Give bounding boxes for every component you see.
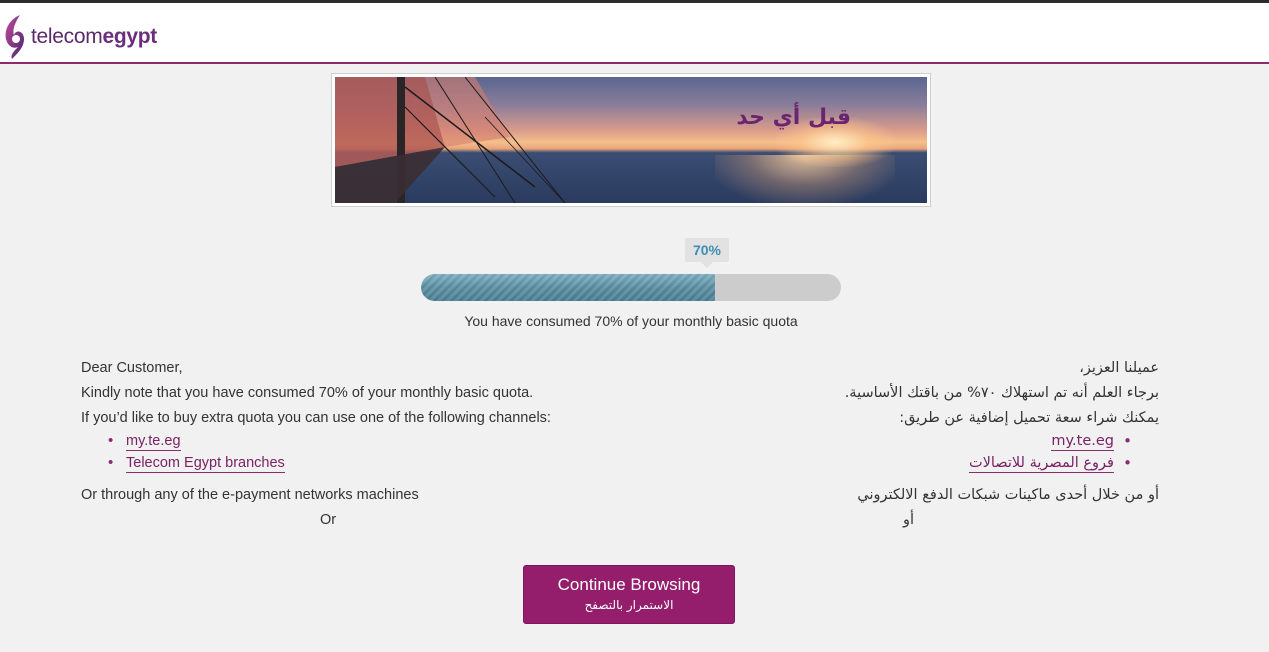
english-channels-list: my.te.eg Telecom Egypt branches [108,432,601,477]
english-or: Or [320,512,337,528]
banner-headline: قبل أي حد [736,105,851,130]
my-te-eg-link-ar[interactable]: my.te.eg [1051,433,1114,451]
continue-label-en: Continue Browsing [557,575,701,594]
banner-image: قبل أي حد [335,77,927,203]
quota-progress-fill [421,274,715,301]
english-channels-intro: If you’d like to buy extra quota you can… [81,410,551,426]
branches-link-ar[interactable]: فروع المصرية للاتصالات [968,455,1114,473]
banner-ad[interactable]: قبل أي حد [331,73,931,207]
english-greeting: Dear Customer, [81,360,183,376]
arabic-epayment: أو من خلال أحدى ماكينات شبكات الدفع الال… [857,487,1159,503]
logo-text: telecomegypt [31,25,157,48]
consumed-message: You have consumed 70% of your monthly ba… [464,313,798,329]
arabic-message: عميلنا العزيز، برجاء العلم أنه تم استهلا… [700,358,1159,477]
quota-percent-badge: 70% [685,238,729,268]
logo-mark-icon [5,15,24,59]
arabic-channels-list: my.te.eg فروع المصرية للاتصالات [700,432,1132,477]
list-item: Telecom Egypt branches [108,454,601,477]
list-item: my.te.eg [700,432,1132,455]
continue-label-ar: الاستمرار بالتصفح [584,598,674,612]
list-item: my.te.eg [108,432,601,455]
telecom-egypt-logo[interactable]: telecomegypt [2,13,157,61]
quota-progress-bar [421,274,841,301]
branches-link[interactable]: Telecom Egypt branches [126,455,285,473]
arabic-note: برجاء العلم أنه تم استهلاك ٧٠% من باقتك … [844,385,1159,401]
arabic-channels-intro: يمكنك شراء سعة تحميل إضافية عن طريق: [899,410,1159,426]
my-te-eg-link[interactable]: my.te.eg [126,433,181,451]
arabic-or: أو [903,512,915,528]
english-epayment: Or through any of the e-payment networks… [81,487,419,503]
arabic-greeting: عميلنا العزيز، [1079,360,1159,376]
english-message: Dear Customer, Kindly note that you have… [81,358,601,477]
header: telecomegypt [0,3,1269,64]
sailboat-illustration [335,77,566,203]
list-item: فروع المصرية للاتصالات [700,454,1132,477]
english-note: Kindly note that you have consumed 70% o… [81,385,534,401]
continue-browsing-button[interactable]: Continue Browsing الاستمرار بالتصفح [523,565,735,624]
